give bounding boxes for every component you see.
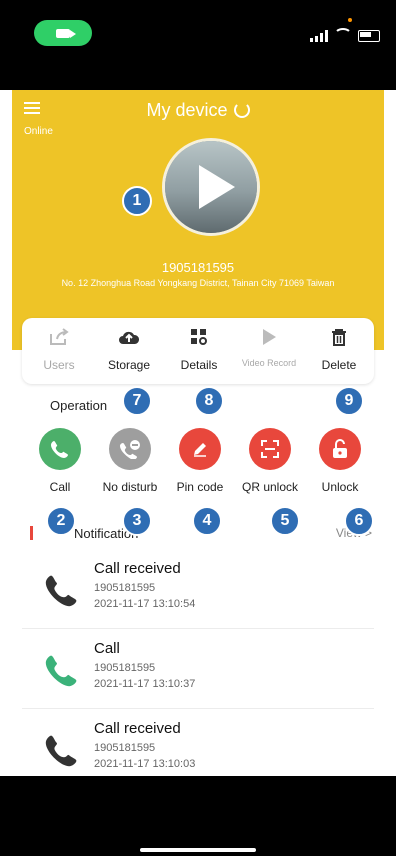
notification-title: Call [94,640,120,657]
refresh-icon[interactable] [233,102,250,118]
camera-active-pill[interactable] [34,20,92,46]
pencil-icon [179,428,221,470]
users-button[interactable]: Users [24,326,94,372]
bottom-bezel [0,776,396,856]
notification-item[interactable]: Call received 1905181595 2021-11-17 13:1… [22,552,374,629]
video-record-label: Video Record [241,358,297,368]
users-label: Users [43,358,75,372]
wifi-icon [334,28,352,42]
annotation-marker: 3 [122,506,152,536]
share-icon [24,326,94,348]
pin-code-button[interactable]: Pin code [164,428,236,494]
phone-icon [45,655,77,687]
notification-title: Call received [94,720,181,737]
system-icons [310,28,380,42]
play-icon [234,326,304,348]
unlock-button[interactable]: Unlock [304,428,376,494]
phone-icon [39,428,81,470]
unlock-label: Unlock [321,480,359,494]
video-camera-icon [56,28,76,38]
delete-button[interactable]: Delete [304,326,374,372]
home-indicator[interactable] [140,848,256,852]
notification-time: 2021-11-17 13:10:54 [94,598,196,610]
status-bar [0,0,396,90]
annotation-marker: 1 [122,186,152,216]
annotation-marker: 5 [270,506,300,536]
no-disturb-icon [109,428,151,470]
section-accent-bar [30,526,33,540]
annotation-marker: 7 [122,386,152,416]
call-label: Call [49,480,71,494]
storage-button[interactable]: Storage [94,326,164,372]
details-button[interactable]: Details [164,326,234,372]
phone-icon [45,735,77,767]
privacy-indicator-dot [348,18,352,22]
notification-item[interactable]: Call 1905181595 2021-11-17 13:10:37 [22,632,374,709]
cellular-signal-icon [310,30,328,42]
cloud-upload-icon [94,326,164,348]
device-id: 1905181595 [161,260,235,275]
video-record-button[interactable]: Video Record [234,326,304,368]
annotation-marker: 2 [46,506,76,536]
trash-icon [304,326,374,348]
notification-time: 2021-11-17 13:10:37 [94,678,196,690]
device-header: Online My device 1905181595 No. 12 Zhong… [12,90,384,350]
grid-search-icon [164,326,234,348]
annotation-marker: 6 [344,506,374,536]
notification-device-id: 1905181595 [94,662,156,674]
annotation-marker: 9 [334,386,364,416]
details-label: Details [180,358,218,372]
notification-time: 2021-11-17 13:10:03 [94,758,196,770]
device-toolbar: Users Storage Details Video Record Delet… [22,318,374,384]
notification-device-id: 1905181595 [94,582,156,594]
qr-unlock-button[interactable]: QR unlock [234,428,306,494]
battery-icon [358,30,380,42]
play-icon [199,165,235,209]
online-status: Online [24,126,53,137]
annotation-marker: 8 [194,386,224,416]
page-title: My device [12,100,384,121]
phone-icon [45,575,77,607]
unlock-icon [319,428,361,470]
notification-device-id: 1905181595 [94,742,156,754]
page-title-text: My device [146,100,228,120]
video-preview[interactable] [162,138,260,236]
storage-label: Storage [107,358,151,372]
device-address: No. 12 Zhonghua Road Yongkang District, … [61,278,335,288]
no-disturb-button[interactable]: No disturb [94,428,166,494]
annotation-marker: 4 [192,506,222,536]
notification-title: Call received [94,560,181,577]
delete-label: Delete [321,358,357,372]
call-button[interactable]: Call [24,428,96,494]
pin-code-label: Pin code [176,480,224,494]
qr-unlock-label: QR unlock [241,480,299,494]
operation-heading: Operation [50,398,108,413]
qr-scan-icon [249,428,291,470]
no-disturb-label: No disturb [102,480,158,494]
app-screen: Online My device 1905181595 No. 12 Zhong… [0,0,396,856]
